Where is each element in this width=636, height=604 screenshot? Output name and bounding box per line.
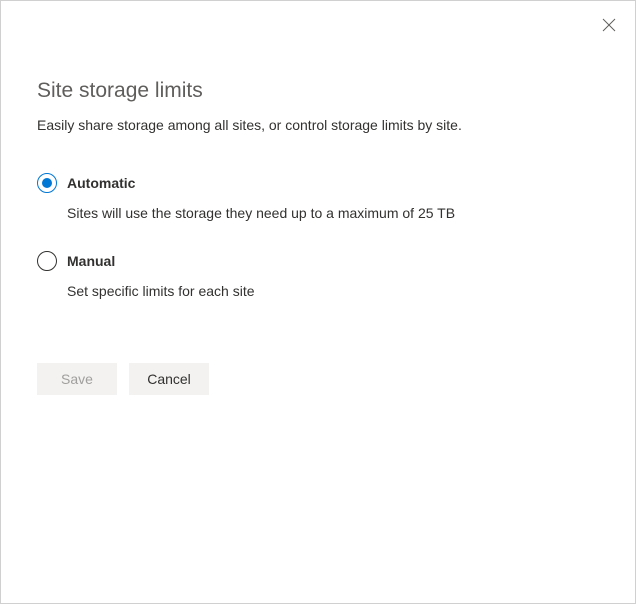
radio-manual[interactable]: Manual: [37, 251, 599, 271]
close-icon: [602, 18, 616, 32]
radio-automatic[interactable]: Automatic: [37, 173, 599, 193]
button-row: Save Cancel: [37, 363, 599, 395]
page-title: Site storage limits: [37, 79, 599, 103]
radio-circle-icon: [37, 251, 57, 271]
save-button[interactable]: Save: [37, 363, 117, 395]
radio-dot-icon: [42, 178, 52, 188]
radio-label-automatic: Automatic: [67, 175, 135, 191]
dialog-content: Site storage limits Easily share storage…: [1, 1, 635, 431]
radio-circle-icon: [37, 173, 57, 193]
cancel-button[interactable]: Cancel: [129, 363, 209, 395]
close-button[interactable]: [601, 17, 617, 33]
option-automatic: Automatic Sites will use the storage the…: [37, 173, 599, 221]
option-desc-automatic: Sites will use the storage they need up …: [67, 205, 599, 221]
page-subtitle: Easily share storage among all sites, or…: [37, 117, 599, 133]
radio-label-manual: Manual: [67, 253, 115, 269]
option-manual: Manual Set specific limits for each site: [37, 251, 599, 299]
option-desc-manual: Set specific limits for each site: [67, 283, 599, 299]
